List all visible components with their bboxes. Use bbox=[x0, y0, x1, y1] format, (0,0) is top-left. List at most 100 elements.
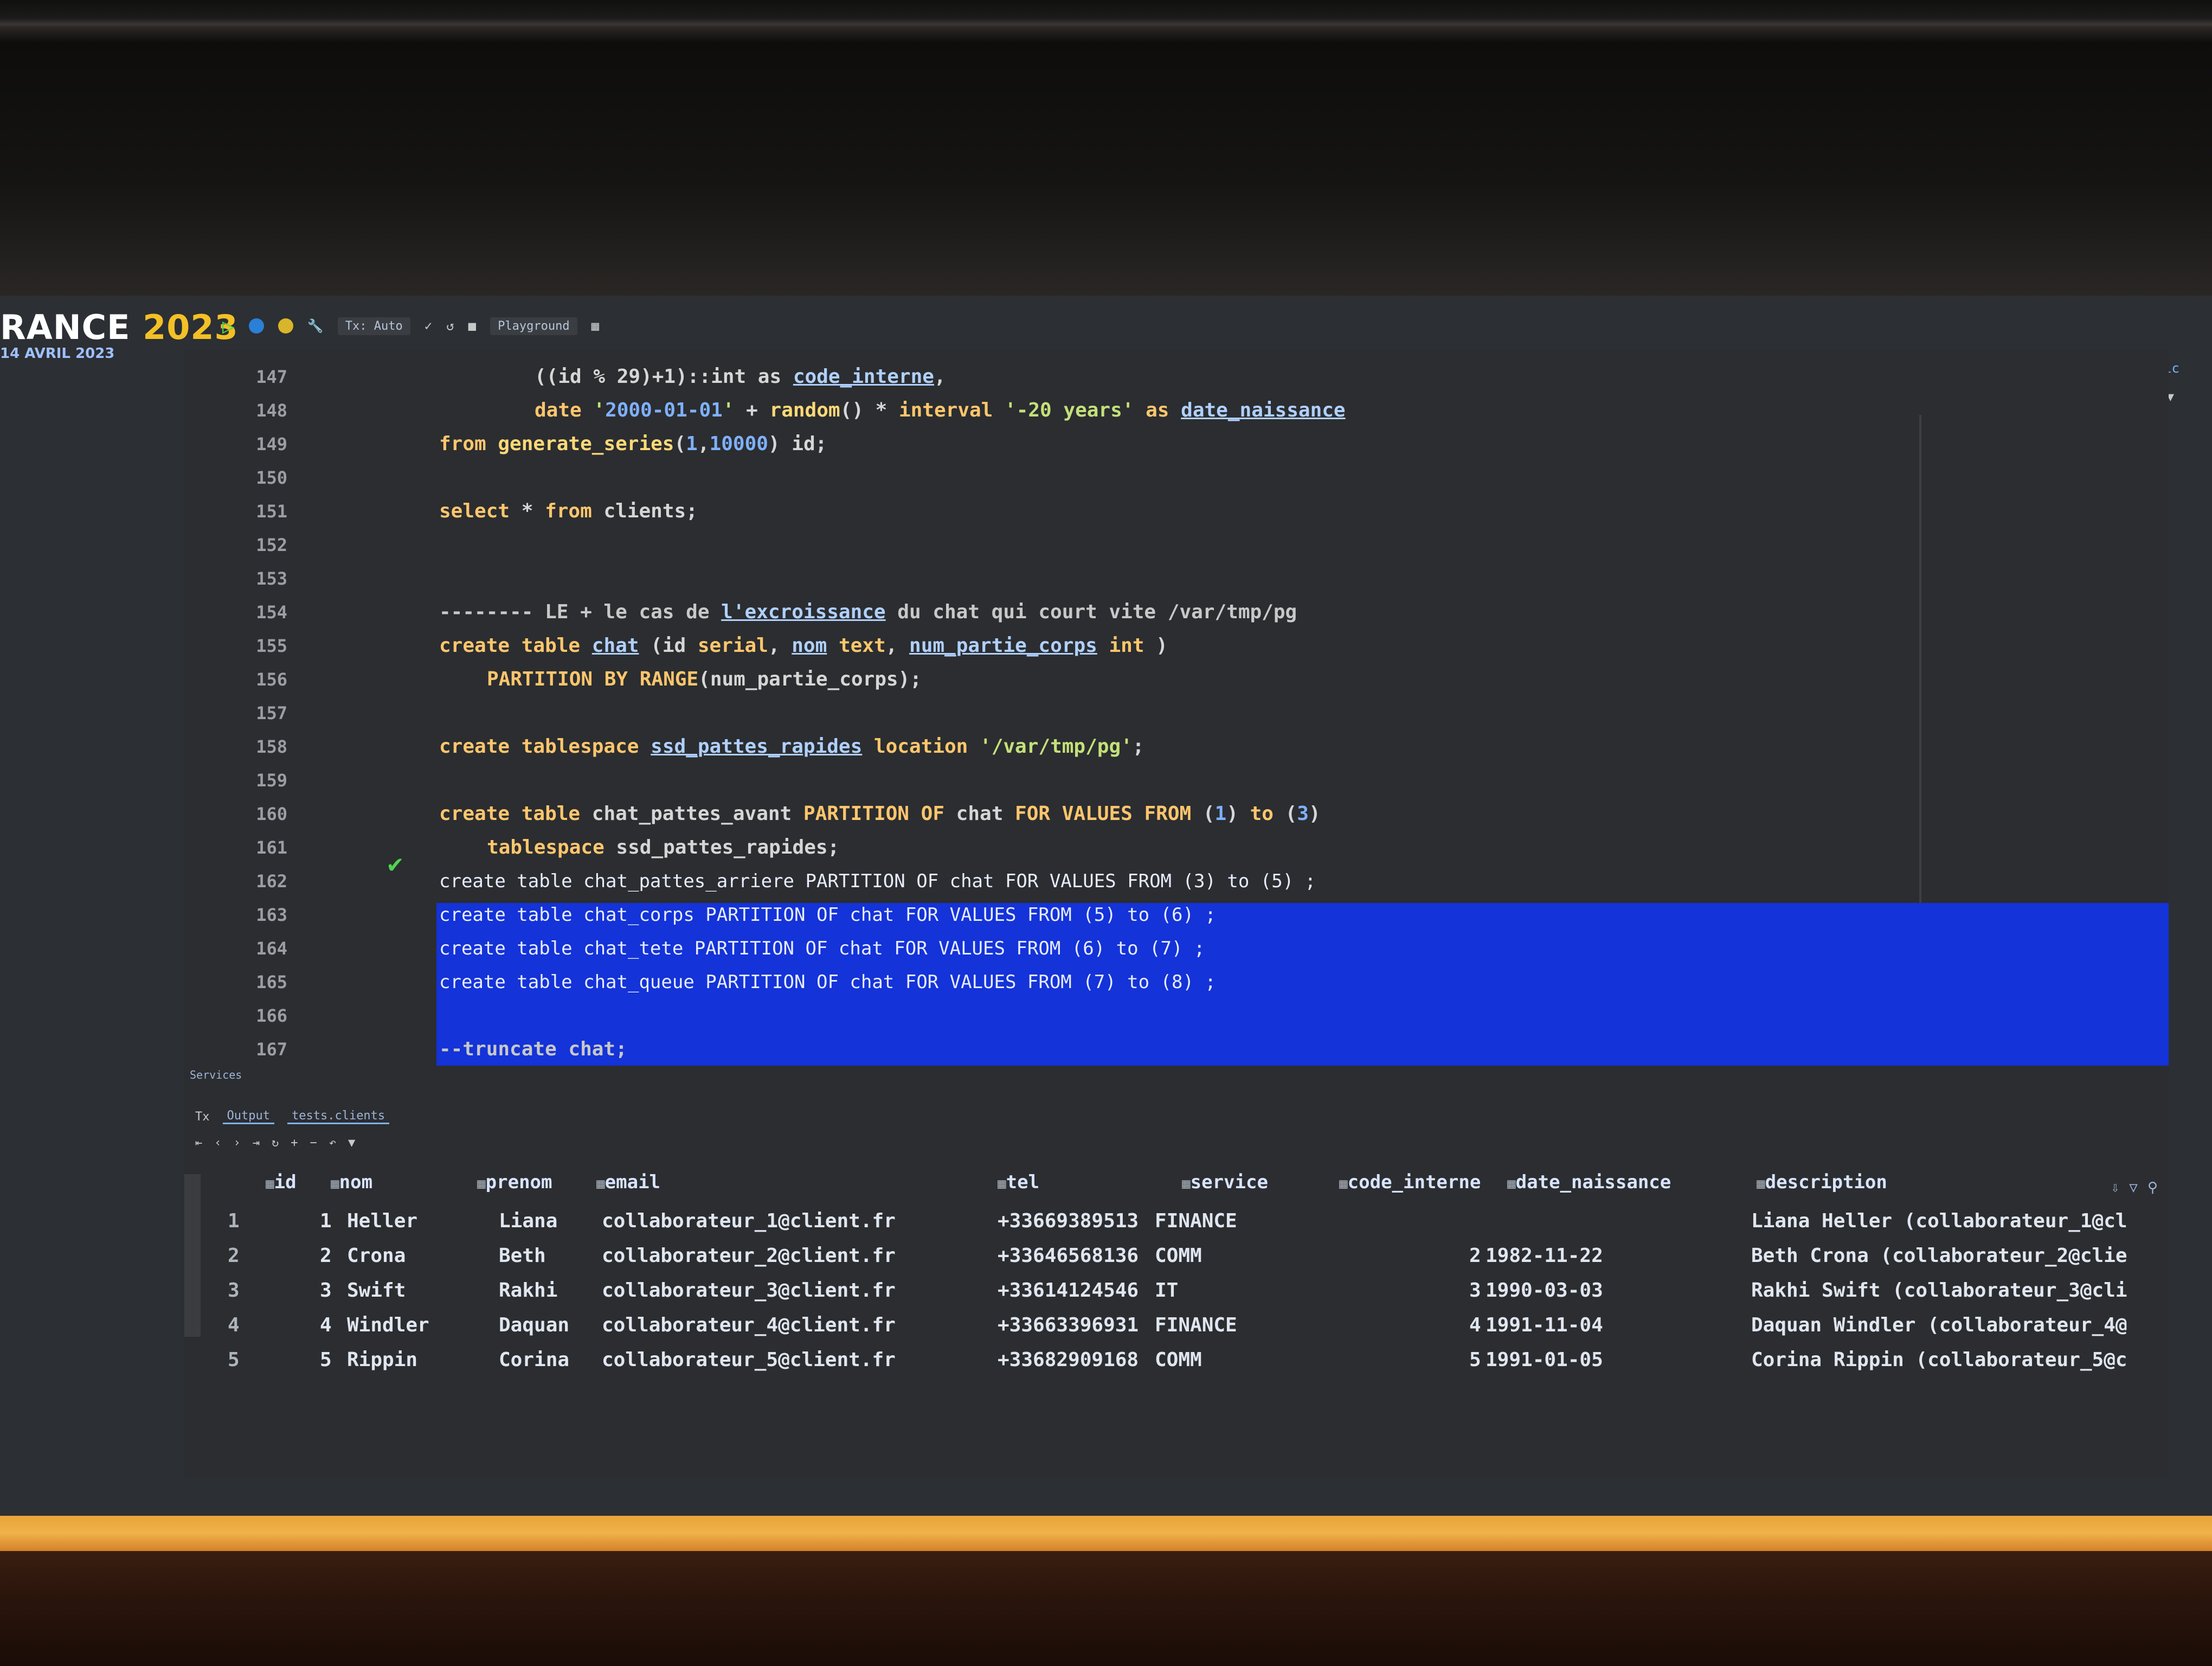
code-line[interactable]: 159 bbox=[184, 764, 2169, 797]
filter-funnel-icon[interactable]: ▽ bbox=[2129, 1180, 2138, 1196]
cell-desc[interactable]: Daquan Windler (collaborateur_4@ bbox=[1751, 1308, 2127, 1343]
cell-code[interactable]: 3 bbox=[1469, 1273, 1481, 1308]
code-line[interactable]: 166 bbox=[184, 999, 2169, 1032]
cell-email[interactable]: collaborateur_1@client.fr bbox=[602, 1204, 896, 1239]
history-icon[interactable] bbox=[248, 318, 264, 334]
cell-service[interactable]: IT bbox=[1155, 1273, 1178, 1308]
cell-email[interactable]: collaborateur_3@client.fr bbox=[602, 1273, 896, 1308]
cell-id[interactable]: 4 bbox=[320, 1308, 332, 1343]
cell-tel[interactable]: +33682909168 bbox=[998, 1343, 1139, 1377]
code-line[interactable]: 148 date '2000-01-01' + random() * interv… bbox=[184, 394, 2169, 427]
cell-service[interactable]: COMM bbox=[1155, 1239, 1202, 1273]
filter-icon[interactable]: ▼ bbox=[348, 1136, 355, 1150]
refresh-icon[interactable]: ↻ bbox=[272, 1136, 279, 1150]
playground-dropdown[interactable]: Playground bbox=[490, 317, 577, 335]
code-line[interactable]: 164 create table chat_tete PARTITION OF c… bbox=[184, 932, 2169, 965]
cell-email[interactable]: collaborateur_2@client.fr bbox=[602, 1239, 896, 1273]
cell-service[interactable]: FINANCE bbox=[1155, 1204, 1237, 1239]
cell-nom[interactable]: Swift bbox=[347, 1273, 406, 1308]
code-line[interactable]: 154 -------- LE + le cas de l'excroissanc… bbox=[184, 596, 2169, 629]
code-line[interactable]: 147 ((id % 29)+1)::int as code_interne, bbox=[184, 361, 2169, 393]
code-line[interactable]: 165 create table chat_queue PARTITION OF … bbox=[184, 966, 2169, 998]
column-header-code_interne[interactable]: code_interne bbox=[1339, 1171, 1481, 1193]
cell-prenom[interactable]: Daquan bbox=[499, 1308, 569, 1343]
tx-icon[interactable]: Tx bbox=[195, 1110, 210, 1124]
code-line[interactable]: 157 bbox=[184, 697, 2169, 729]
cell-email[interactable]: collaborateur_4@client.fr bbox=[602, 1308, 896, 1343]
cell-date[interactable]: 1991-11-04 bbox=[1486, 1308, 1603, 1343]
delete-row-icon[interactable]: − bbox=[310, 1136, 317, 1150]
cell-prenom[interactable]: Liana bbox=[499, 1204, 557, 1239]
column-header-id[interactable]: id bbox=[266, 1171, 297, 1193]
row-number: 2 bbox=[228, 1245, 240, 1267]
code-line[interactable]: 163 create table chat_corps PARTITION OF … bbox=[184, 899, 2169, 931]
cell-nom[interactable]: Rippin bbox=[347, 1343, 417, 1377]
cell-desc[interactable]: Corina Rippin (collaborateur_5@c bbox=[1751, 1343, 2127, 1377]
cell-service[interactable]: COMM bbox=[1155, 1343, 1202, 1377]
sql-editor[interactable]: ✔ 147 ((id % 29)+1)::int as code_interne,… bbox=[184, 350, 2169, 1131]
tab-output[interactable]: Output bbox=[222, 1109, 274, 1124]
code-line[interactable]: 150 bbox=[184, 462, 2169, 494]
export-icon[interactable]: ⇩ bbox=[2111, 1180, 2120, 1196]
code-line[interactable]: 151 select * from clients; bbox=[184, 495, 2169, 528]
add-row-icon[interactable]: + bbox=[291, 1136, 298, 1150]
search-icon[interactable]: ⚲ bbox=[2147, 1180, 2158, 1196]
column-header-description[interactable]: description bbox=[1757, 1171, 1887, 1193]
table-icon[interactable]: ▦ bbox=[591, 318, 599, 334]
code-line[interactable]: 158 create tablespace ssd_pattes_rapides … bbox=[184, 731, 2169, 763]
tab-result[interactable]: tests.clients bbox=[287, 1109, 390, 1124]
run-icon[interactable]: ▷ bbox=[222, 314, 235, 338]
code-line[interactable]: 161 tablespace ssd_pattes_rapides; bbox=[184, 831, 2169, 864]
cell-nom[interactable]: Windler bbox=[347, 1308, 429, 1343]
code-line[interactable]: 156 PARTITION BY RANGE(num_partie_corps); bbox=[184, 663, 2169, 696]
cell-code[interactable]: 5 bbox=[1469, 1343, 1481, 1377]
cell-date[interactable]: 1990-03-03 bbox=[1486, 1273, 1603, 1308]
code-line[interactable]: 155 create table chat (id serial, nom tex… bbox=[184, 630, 2169, 662]
column-header-nom[interactable]: nom bbox=[331, 1171, 372, 1193]
code-line[interactable]: 153 bbox=[184, 562, 2169, 595]
code-line[interactable]: 167 --truncate chat; bbox=[184, 1033, 2169, 1066]
cell-date[interactable]: 1982-11-22 bbox=[1486, 1239, 1603, 1273]
cell-desc[interactable]: Rakhi Swift (collaborateur_3@cli bbox=[1751, 1273, 2127, 1308]
cell-tel[interactable]: +33669389513 bbox=[998, 1204, 1139, 1239]
column-header-tel[interactable]: tel bbox=[998, 1171, 1039, 1193]
cell-code[interactable]: 2 bbox=[1469, 1239, 1481, 1273]
commit-icon[interactable]: ✓ bbox=[425, 318, 432, 334]
column-header-date_naissance[interactable]: date_naissance bbox=[1507, 1171, 1671, 1193]
cell-id[interactable]: 3 bbox=[320, 1273, 332, 1308]
column-header-service[interactable]: service bbox=[1182, 1171, 1268, 1193]
code-line[interactable]: 162 create table chat_pattes_arriere PART… bbox=[184, 865, 2169, 898]
cell-nom[interactable]: Crona bbox=[347, 1239, 406, 1273]
code-line[interactable]: 160 create table chat_pattes_avant PARTIT… bbox=[184, 798, 2169, 830]
cell-email[interactable]: collaborateur_5@client.fr bbox=[602, 1343, 896, 1377]
undo-icon[interactable]: ↶ bbox=[329, 1136, 336, 1150]
cell-code[interactable]: 4 bbox=[1469, 1308, 1481, 1343]
tx-mode-dropdown[interactable]: Tx: Auto bbox=[337, 317, 410, 335]
code-line[interactable]: 149 from generate_series(1,10000) id; bbox=[184, 428, 2169, 460]
cell-id[interactable]: 1 bbox=[320, 1204, 332, 1239]
cell-nom[interactable]: Heller bbox=[347, 1204, 417, 1239]
cell-tel[interactable]: +33663396931 bbox=[998, 1308, 1139, 1343]
next-page-icon[interactable]: › bbox=[234, 1136, 241, 1150]
stop-icon[interactable]: ■ bbox=[468, 318, 476, 334]
cell-service[interactable]: FINANCE bbox=[1155, 1308, 1237, 1343]
cell-tel[interactable]: +33646568136 bbox=[998, 1239, 1139, 1273]
prev-page-icon[interactable]: ‹ bbox=[214, 1136, 221, 1150]
cell-tel[interactable]: +33614124546 bbox=[998, 1273, 1139, 1308]
cell-date[interactable]: 1991-01-05 bbox=[1486, 1343, 1603, 1377]
cell-prenom[interactable]: Corina bbox=[499, 1343, 569, 1377]
cell-prenom[interactable]: Rakhi bbox=[499, 1273, 557, 1308]
cell-desc[interactable]: Beth Crona (collaborateur_2@clie bbox=[1751, 1239, 2127, 1273]
cell-id[interactable]: 2 bbox=[320, 1239, 332, 1273]
first-page-icon[interactable]: ⇤ bbox=[195, 1136, 202, 1150]
cell-desc[interactable]: Liana Heller (collaborateur_1@cl bbox=[1751, 1204, 2127, 1239]
code-line[interactable]: 152 bbox=[184, 529, 2169, 561]
settings-icon[interactable] bbox=[278, 318, 293, 334]
cell-id[interactable]: 5 bbox=[320, 1343, 332, 1377]
rollback-icon[interactable]: ↺ bbox=[446, 318, 454, 334]
wrench-icon[interactable]: 🔧 bbox=[307, 318, 324, 334]
column-header-email[interactable]: email bbox=[596, 1171, 660, 1193]
column-header-prenom[interactable]: prenom bbox=[477, 1171, 552, 1193]
last-page-icon[interactable]: ⇥ bbox=[253, 1136, 260, 1150]
cell-prenom[interactable]: Beth bbox=[499, 1239, 546, 1273]
